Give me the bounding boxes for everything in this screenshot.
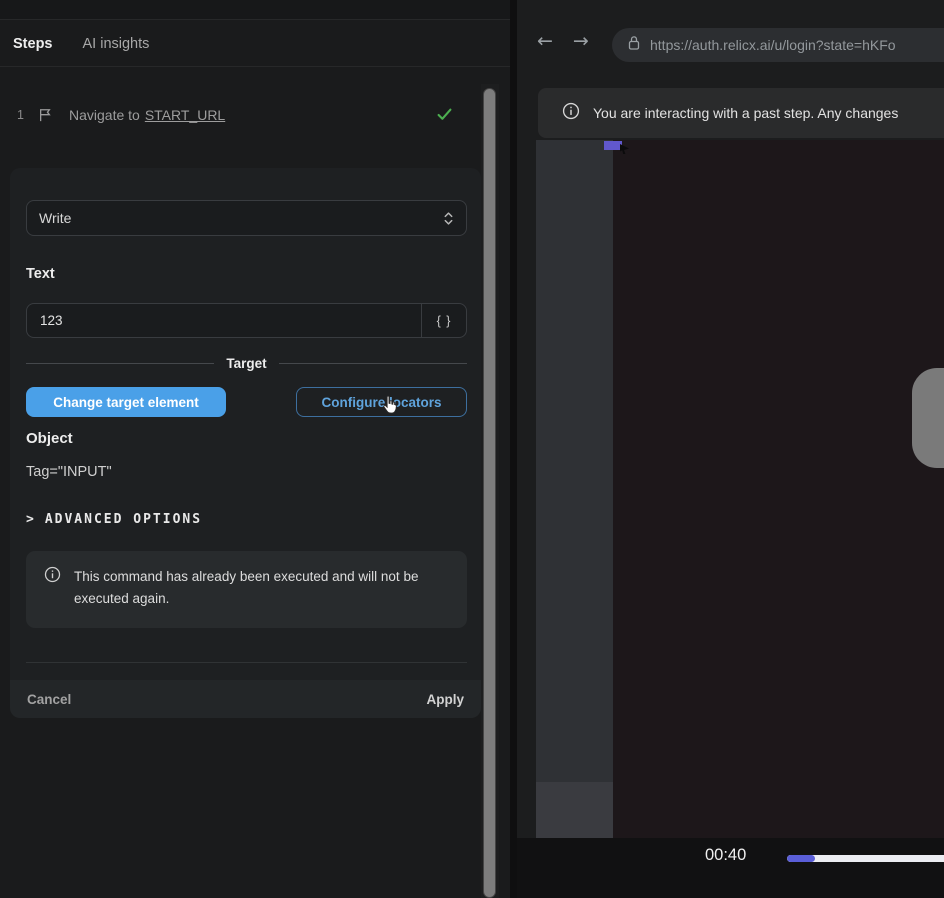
panel-divider [510, 0, 517, 898]
command-editor-card: Write Text { } Target Change target elem… [10, 168, 481, 718]
replay-content-region [613, 140, 944, 838]
step-success-check-icon [437, 108, 452, 126]
text-input-row: { } [26, 303, 467, 338]
lock-icon [627, 35, 641, 56]
app-window: Steps AI insights 1 Navigate to START_UR… [0, 0, 944, 898]
configure-locators-label: Configure locators [321, 395, 441, 410]
target-section-divider: Target [26, 356, 467, 371]
advanced-options-label: ADVANCED OPTIONS [45, 512, 202, 527]
player-controls: 00:40 [517, 838, 944, 898]
tab-steps[interactable]: Steps [13, 36, 53, 52]
insert-variable-button[interactable]: { } [421, 303, 467, 338]
info-icon [44, 566, 61, 628]
chevron-right-icon: > [26, 512, 36, 527]
cancel-button[interactable]: Cancel [27, 692, 71, 707]
object-label: Object [26, 430, 73, 447]
past-step-banner-message: You are interacting with a past step. An… [593, 105, 898, 121]
forward-arrow-icon[interactable]: → [573, 30, 589, 52]
step-row-1[interactable]: 1 Navigate to START_URL [0, 101, 478, 129]
footer-divider [26, 662, 467, 663]
url-bar[interactable]: https://auth.relicx.ai/u/login?state=hKF… [612, 28, 944, 62]
player-progress-bar[interactable] [787, 855, 944, 862]
start-url-link[interactable]: START_URL [145, 107, 225, 123]
titlebar-strip [0, 0, 510, 20]
replay-sidebar-footer-region [536, 782, 613, 838]
past-step-banner: You are interacting with a past step. An… [538, 88, 944, 138]
breakpoint-flag-icon[interactable] [39, 108, 52, 122]
target-label: Target [226, 356, 266, 371]
info-icon [562, 102, 580, 125]
editor-footer: Cancel Apply [10, 680, 481, 718]
player-progress-fill [787, 855, 815, 862]
back-arrow-icon[interactable]: ← [537, 30, 553, 52]
tab-ai-insights[interactable]: AI insights [83, 36, 150, 52]
executed-info-message: This command has already been executed a… [74, 566, 434, 628]
step-action-label: Navigate to [69, 107, 140, 123]
chevron-up-down-icon [443, 211, 454, 226]
steps-panel: Steps AI insights 1 Navigate to START_UR… [0, 0, 510, 898]
url-text: https://auth.relicx.ai/u/login?state=hKF… [650, 37, 896, 53]
divider-line [26, 363, 214, 364]
replay-sidebar-region [536, 140, 613, 838]
text-input[interactable] [26, 303, 421, 338]
command-type-value: Write [39, 210, 71, 226]
player-timestamp: 00:40 [705, 846, 746, 865]
change-target-element-button[interactable]: Change target element [26, 387, 226, 417]
divider-line [279, 363, 467, 364]
browser-nav: ← → [537, 30, 589, 52]
apply-button[interactable]: Apply [426, 692, 464, 707]
replay-frame [517, 140, 944, 838]
object-tag-value: Tag="INPUT" [26, 464, 112, 480]
configure-locators-button[interactable]: Configure locators [296, 387, 467, 417]
executed-info-box: This command has already been executed a… [26, 551, 467, 628]
command-type-select[interactable]: Write [26, 200, 467, 236]
scrollbar-thumb[interactable] [483, 88, 496, 898]
panel-tabs: Steps AI insights [0, 21, 510, 67]
advanced-options-toggle[interactable]: > ADVANCED OPTIONS [26, 512, 202, 527]
target-buttons-row: Change target element Configure locators [26, 387, 467, 417]
browser-replay-panel: ← → https://auth.relicx.ai/u/login?state… [517, 0, 944, 898]
click-marker [604, 141, 622, 150]
step-number: 1 [17, 108, 31, 122]
side-drawer-handle[interactable] [912, 368, 944, 468]
text-field-label: Text [26, 266, 55, 282]
